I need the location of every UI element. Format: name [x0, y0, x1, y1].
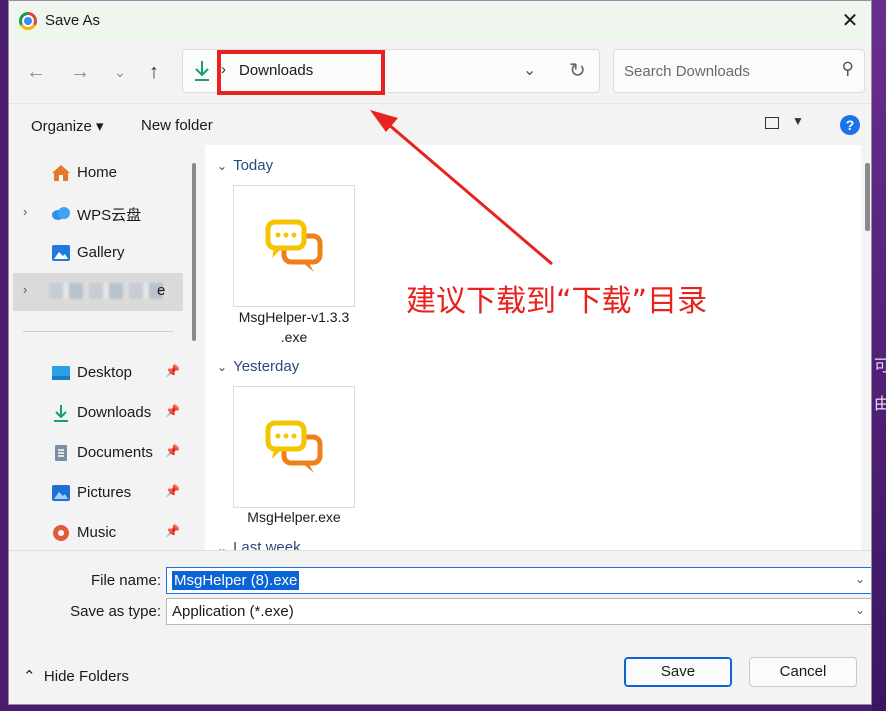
sidebar-item-label: WPS云盘: [77, 207, 142, 224]
group-header-last-week[interactable]: ⌄ Last week: [217, 539, 301, 550]
save-as-type-label: Save as type:: [70, 603, 161, 620]
sidebar-divider: [23, 331, 173, 332]
sidebar-item-downloads[interactable]: Downloads 📌: [13, 395, 183, 431]
annotation-highlight-box: [217, 50, 385, 95]
file-name-line: .exe: [280, 329, 308, 345]
navigation-bar: ← → ⌄ ↑ › Downloads ⌄ ↻ Search Downloads…: [9, 41, 871, 103]
save-button[interactable]: Save: [624, 657, 732, 687]
file-name[interactable]: MsgHelper.exe: [219, 507, 369, 527]
chevron-down-icon: ⌄: [217, 541, 228, 550]
organize-button[interactable]: Organize ▾: [31, 117, 104, 135]
expand-chevron-icon[interactable]: ›: [23, 204, 27, 219]
search-placeholder: Search Downloads: [624, 63, 750, 80]
up-arrow-icon[interactable]: ↑: [141, 59, 167, 85]
save-as-type-value: Application (*.exe): [172, 603, 294, 620]
title-bar: Save As ✕: [9, 1, 871, 41]
search-input[interactable]: Search Downloads ⚲: [613, 49, 865, 93]
address-dropdown-icon[interactable]: ⌄: [523, 60, 536, 80]
pictures-icon: [52, 485, 70, 501]
desktop-icon: [52, 366, 70, 380]
sidebar-item-label: Downloads: [77, 404, 152, 421]
group-label: Yesterday: [233, 358, 300, 375]
view-dropdown-icon[interactable]: ▼: [792, 114, 804, 128]
sidebar-item-label: Documents: [77, 444, 153, 461]
group-header-yesterday[interactable]: ⌄ Yesterday: [217, 358, 299, 375]
pin-icon: 📌: [165, 484, 180, 498]
sidebar-scrollbar[interactable]: [192, 163, 196, 341]
chrome-icon: [19, 12, 37, 30]
view-options-icon[interactable]: [765, 117, 779, 129]
chevron-down-icon[interactable]: ⌄: [855, 603, 865, 617]
sidebar-item-pictures[interactable]: Pictures 📌: [13, 475, 183, 511]
save-as-type-select[interactable]: Application (*.exe) ⌄: [166, 598, 871, 625]
sidebar-item-label: Desktop: [77, 364, 133, 381]
chevron-up-icon: ⌃: [23, 668, 36, 685]
chevron-down-icon: ⌄: [217, 159, 228, 173]
sidebar-item-label: Home: [77, 164, 118, 181]
gallery-icon: [52, 245, 70, 261]
music-icon: [53, 525, 69, 541]
sidebar-item-label: Pictures: [77, 484, 132, 501]
chat-app-icon: [265, 420, 323, 473]
group-label: Today: [233, 157, 274, 174]
download-icon: [54, 405, 68, 422]
file-name-value: MsgHelper (8).exe: [172, 571, 300, 590]
sidebar-item-music[interactable]: Music 📌: [13, 515, 183, 551]
group-label: Last week: [233, 539, 301, 550]
sidebar-item-onedrive[interactable]: › e: [13, 273, 183, 311]
group-header-today[interactable]: ⌄ Today: [217, 157, 273, 174]
cancel-button[interactable]: Cancel: [749, 657, 857, 687]
pin-icon: 📌: [165, 524, 180, 538]
content-scrollbar[interactable]: [865, 163, 870, 231]
sidebar-item-home[interactable]: Home: [13, 155, 183, 191]
chevron-down-icon: ⌄: [217, 360, 228, 374]
annotation-text: 建议下载到“下载”目录: [406, 284, 708, 319]
download-icon: [195, 61, 209, 81]
hide-folders-label: Hide Folders: [43, 668, 129, 685]
search-icon: ⚲: [841, 59, 854, 78]
sidebar-item-label: Music: [77, 524, 117, 541]
sidebar-item-desktop[interactable]: Desktop 📌: [13, 355, 183, 391]
new-folder-button[interactable]: New folder: [141, 117, 213, 134]
file-item[interactable]: [233, 185, 355, 307]
file-list: ⌄ Today MsgHelper-v1.3.3 .exe ⌄ Yesterday: [205, 145, 861, 550]
pin-icon: 📌: [165, 364, 180, 378]
background-text-fragment: 由: [874, 394, 886, 413]
file-name[interactable]: MsgHelper-v1.3.3 .exe: [219, 307, 369, 347]
forward-arrow-icon[interactable]: →: [67, 59, 93, 85]
sidebar-item-wps-cloud[interactable]: › WPS云盘: [13, 195, 183, 231]
pin-icon: 📌: [165, 404, 180, 418]
file-name-input[interactable]: MsgHelper (8).exe ⌄: [166, 567, 871, 594]
sidebar-item-label: e: [157, 282, 166, 299]
window-title: Save As: [45, 12, 101, 29]
back-arrow-icon[interactable]: ←: [23, 59, 49, 85]
cloud-icon: [52, 207, 70, 220]
file-name-line: MsgHelper-v1.3.3: [238, 309, 350, 325]
chevron-down-icon[interactable]: ⌄: [107, 59, 133, 85]
sidebar-item-gallery[interactable]: Gallery: [13, 235, 183, 271]
pin-icon: 📌: [165, 444, 180, 458]
close-button[interactable]: ✕: [835, 7, 865, 35]
file-item[interactable]: [233, 386, 355, 508]
sidebar-item-label: Gallery: [77, 244, 125, 261]
blurred-account-name: [49, 283, 169, 299]
file-name-line: MsgHelper.exe: [247, 509, 341, 525]
home-icon: [52, 165, 70, 181]
chevron-down-icon[interactable]: ⌄: [855, 572, 865, 586]
chat-app-icon: [265, 219, 323, 272]
help-button[interactable]: ?: [840, 115, 860, 135]
save-as-dialog: Save As ✕ ← → ⌄ ↑ › Downloads ⌄ ↻ Search…: [8, 0, 872, 705]
refresh-icon[interactable]: ↻: [569, 58, 586, 83]
documents-icon: [55, 445, 67, 461]
background-text-fragment: 可: [874, 356, 886, 375]
command-bar: Organize ▾ New folder ▼ ?: [9, 103, 871, 146]
save-options-panel: File name: MsgHelper (8).exe ⌄ Save as t…: [9, 550, 871, 704]
hide-folders-button[interactable]: ⌃ Hide Folders: [23, 667, 129, 685]
sidebar-item-documents[interactable]: Documents 📌: [13, 435, 183, 471]
expand-chevron-icon[interactable]: ›: [23, 282, 27, 297]
navigation-pane: Home › WPS云盘 Gallery › e Desktop 📌 Downl…: [9, 145, 192, 550]
file-name-label: File name:: [90, 572, 161, 589]
